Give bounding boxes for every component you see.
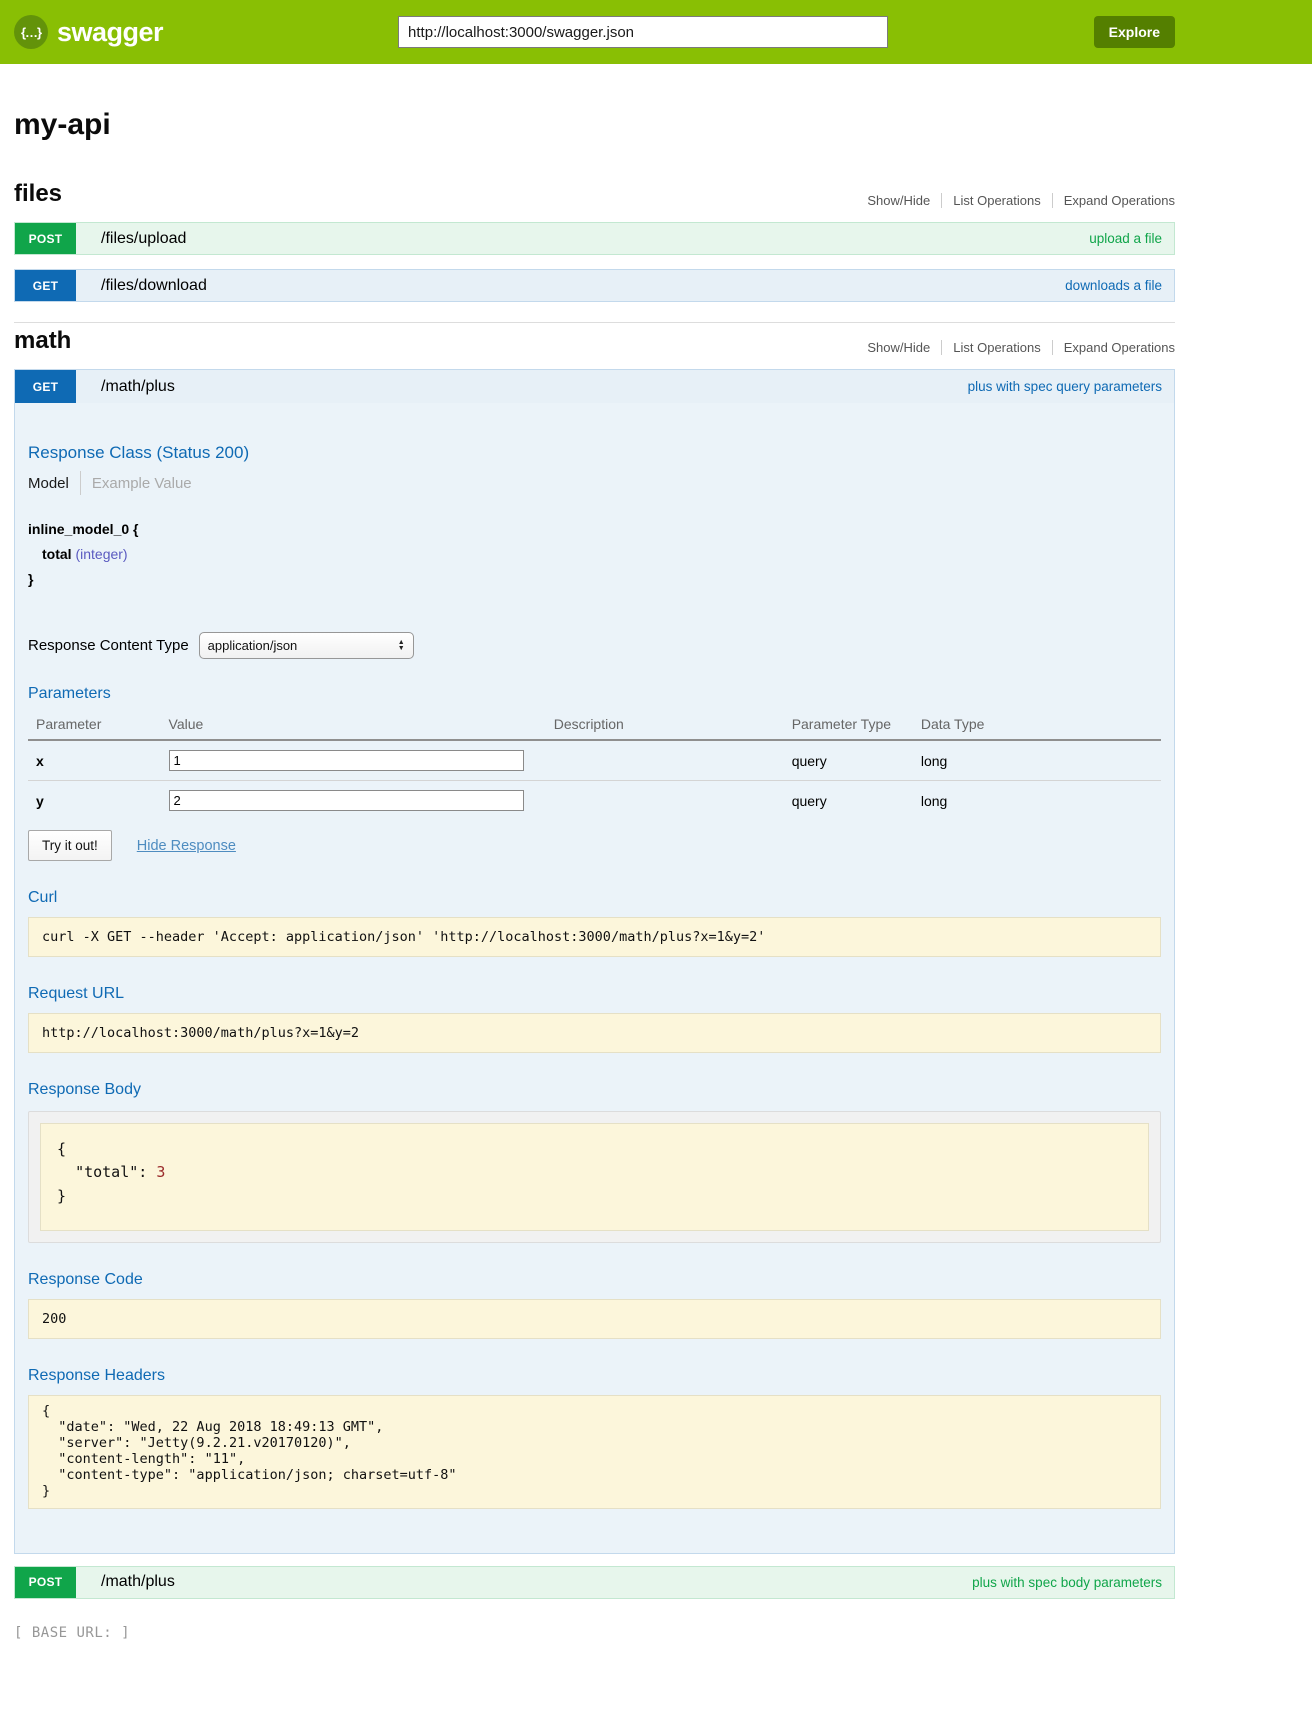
operation-summary[interactable]: upload a file	[1089, 231, 1162, 246]
resource-files: files Show/Hide List Operations Expand O…	[14, 180, 1175, 302]
swagger-logo[interactable]: {…} swagger	[14, 15, 163, 49]
param-name: y	[28, 781, 161, 821]
show-hide-link[interactable]: Show/Hide	[867, 193, 930, 208]
select-arrows-icon: ▲▼	[398, 640, 405, 652]
request-url-value: http://localhost:3000/math/plus?x=1&y=2	[28, 1013, 1161, 1053]
list-operations-link[interactable]: List Operations	[953, 193, 1040, 208]
response-content-type-label: Response Content Type	[28, 637, 189, 654]
col-data-type: Data Type	[913, 709, 1161, 740]
response-content-type-value: application/json	[208, 638, 298, 653]
param-type: query	[784, 740, 913, 781]
model-signature: inline_model_0 { total (integer) }	[28, 517, 1161, 592]
base-url-label: [ BASE URL: ]	[14, 1625, 1175, 1641]
method-badge-post[interactable]: POST	[15, 223, 76, 254]
param-name: x	[28, 740, 161, 781]
hide-response-link[interactable]: Hide Response	[137, 838, 236, 854]
expand-operations-link[interactable]: Expand Operations	[1064, 340, 1175, 355]
response-code-value: 200	[28, 1299, 1161, 1339]
operation-row-get-math-plus[interactable]: GET /math/plus plus with spec query para…	[15, 370, 1174, 403]
response-code-heading: Response Code	[28, 1271, 1161, 1289]
show-hide-link[interactable]: Show/Hide	[867, 340, 930, 355]
divider	[941, 340, 942, 355]
curl-command: curl -X GET --header 'Accept: applicatio…	[28, 917, 1161, 957]
swagger-logo-icon: {…}	[14, 15, 48, 49]
expand-operations-link[interactable]: Expand Operations	[1064, 193, 1175, 208]
table-row: y query long	[28, 781, 1161, 821]
table-row: x query long	[28, 740, 1161, 781]
model-property: total (integer)	[28, 542, 1161, 567]
operation-summary[interactable]: plus with spec query parameters	[968, 379, 1162, 394]
model-tabs: Model Example Value	[28, 471, 1161, 495]
col-description: Description	[546, 709, 784, 740]
param-data-type: long	[913, 781, 1161, 821]
tab-example-value[interactable]: Example Value	[92, 475, 192, 492]
resource-files-controls: Show/Hide List Operations Expand Operati…	[867, 193, 1175, 208]
operation-row-files-upload[interactable]: POST /files/upload upload a file	[14, 222, 1175, 255]
spec-url-input[interactable]	[398, 16, 888, 48]
response-headers-json: { "date": "Wed, 22 Aug 2018 18:49:13 GMT…	[28, 1395, 1161, 1509]
method-badge-get[interactable]: GET	[15, 370, 76, 403]
resource-files-heading: files	[14, 180, 62, 208]
col-parameter-type: Parameter Type	[784, 709, 913, 740]
operation-path[interactable]: /math/plus	[101, 378, 175, 396]
parameters-heading: Parameters	[28, 685, 1161, 703]
param-description	[546, 740, 784, 781]
request-url-heading: Request URL	[28, 985, 1161, 1003]
param-x-input[interactable]	[169, 750, 524, 771]
param-description	[546, 781, 784, 821]
explore-button[interactable]: Explore	[1094, 16, 1175, 48]
operation-summary[interactable]: plus with spec body parameters	[972, 1575, 1162, 1590]
operation-row-files-download[interactable]: GET /files/download downloads a file	[14, 269, 1175, 302]
parameters-table: Parameter Value Description Parameter Ty…	[28, 709, 1161, 820]
model-open-brace: inline_model_0 {	[28, 517, 1161, 542]
method-badge-get[interactable]: GET	[15, 270, 76, 301]
actions-row: Try it out! Hide Response	[28, 830, 1161, 861]
model-property-name: total	[42, 546, 72, 562]
divider	[941, 193, 942, 208]
response-content-type-row: Response Content Type application/json ▲…	[28, 632, 1161, 659]
param-type: query	[784, 781, 913, 821]
param-y-input[interactable]	[169, 790, 524, 811]
operation-summary[interactable]: downloads a file	[1065, 278, 1162, 293]
list-operations-link[interactable]: List Operations	[953, 340, 1040, 355]
curl-heading: Curl	[28, 889, 1161, 907]
col-value: Value	[161, 709, 546, 740]
divider	[80, 471, 81, 495]
param-data-type: long	[913, 740, 1161, 781]
response-body-json: { "total": 3 }	[40, 1123, 1149, 1231]
response-body-container: { "total": 3 }	[28, 1111, 1161, 1243]
response-class-heading: Response Class (Status 200)	[28, 443, 1161, 463]
resource-math: math Show/Hide List Operations Expand Op…	[14, 327, 1175, 1599]
operation-path[interactable]: /files/upload	[101, 230, 186, 248]
section-divider	[14, 322, 1175, 323]
operation-path[interactable]: /files/download	[101, 277, 207, 295]
model-property-type: (integer)	[75, 546, 127, 562]
operation-row-post-math-plus[interactable]: POST /math/plus plus with spec body para…	[14, 1566, 1175, 1599]
swagger-logo-text: swagger	[57, 17, 163, 48]
response-body-heading: Response Body	[28, 1081, 1161, 1099]
resource-math-heading: math	[14, 327, 71, 355]
divider	[1052, 340, 1053, 355]
operation-get-math-plus: GET /math/plus plus with spec query para…	[14, 369, 1175, 1554]
operation-content: Response Class (Status 200) Model Exampl…	[15, 403, 1174, 1553]
model-close-brace: }	[28, 567, 1161, 592]
divider	[1052, 193, 1053, 208]
parameters-header-row: Parameter Value Description Parameter Ty…	[28, 709, 1161, 740]
response-content-type-select[interactable]: application/json ▲▼	[199, 632, 414, 659]
json-number-value: 3	[156, 1163, 165, 1181]
operation-path[interactable]: /math/plus	[101, 1573, 175, 1591]
method-badge-post[interactable]: POST	[15, 1567, 76, 1598]
col-parameter: Parameter	[28, 709, 161, 740]
top-bar: {…} swagger Explore	[0, 0, 1312, 64]
try-it-out-button[interactable]: Try it out!	[28, 830, 112, 861]
page-title: my-api	[14, 108, 1175, 142]
tab-model[interactable]: Model	[28, 475, 69, 492]
resource-math-controls: Show/Hide List Operations Expand Operati…	[867, 340, 1175, 355]
response-headers-heading: Response Headers	[28, 1367, 1161, 1385]
